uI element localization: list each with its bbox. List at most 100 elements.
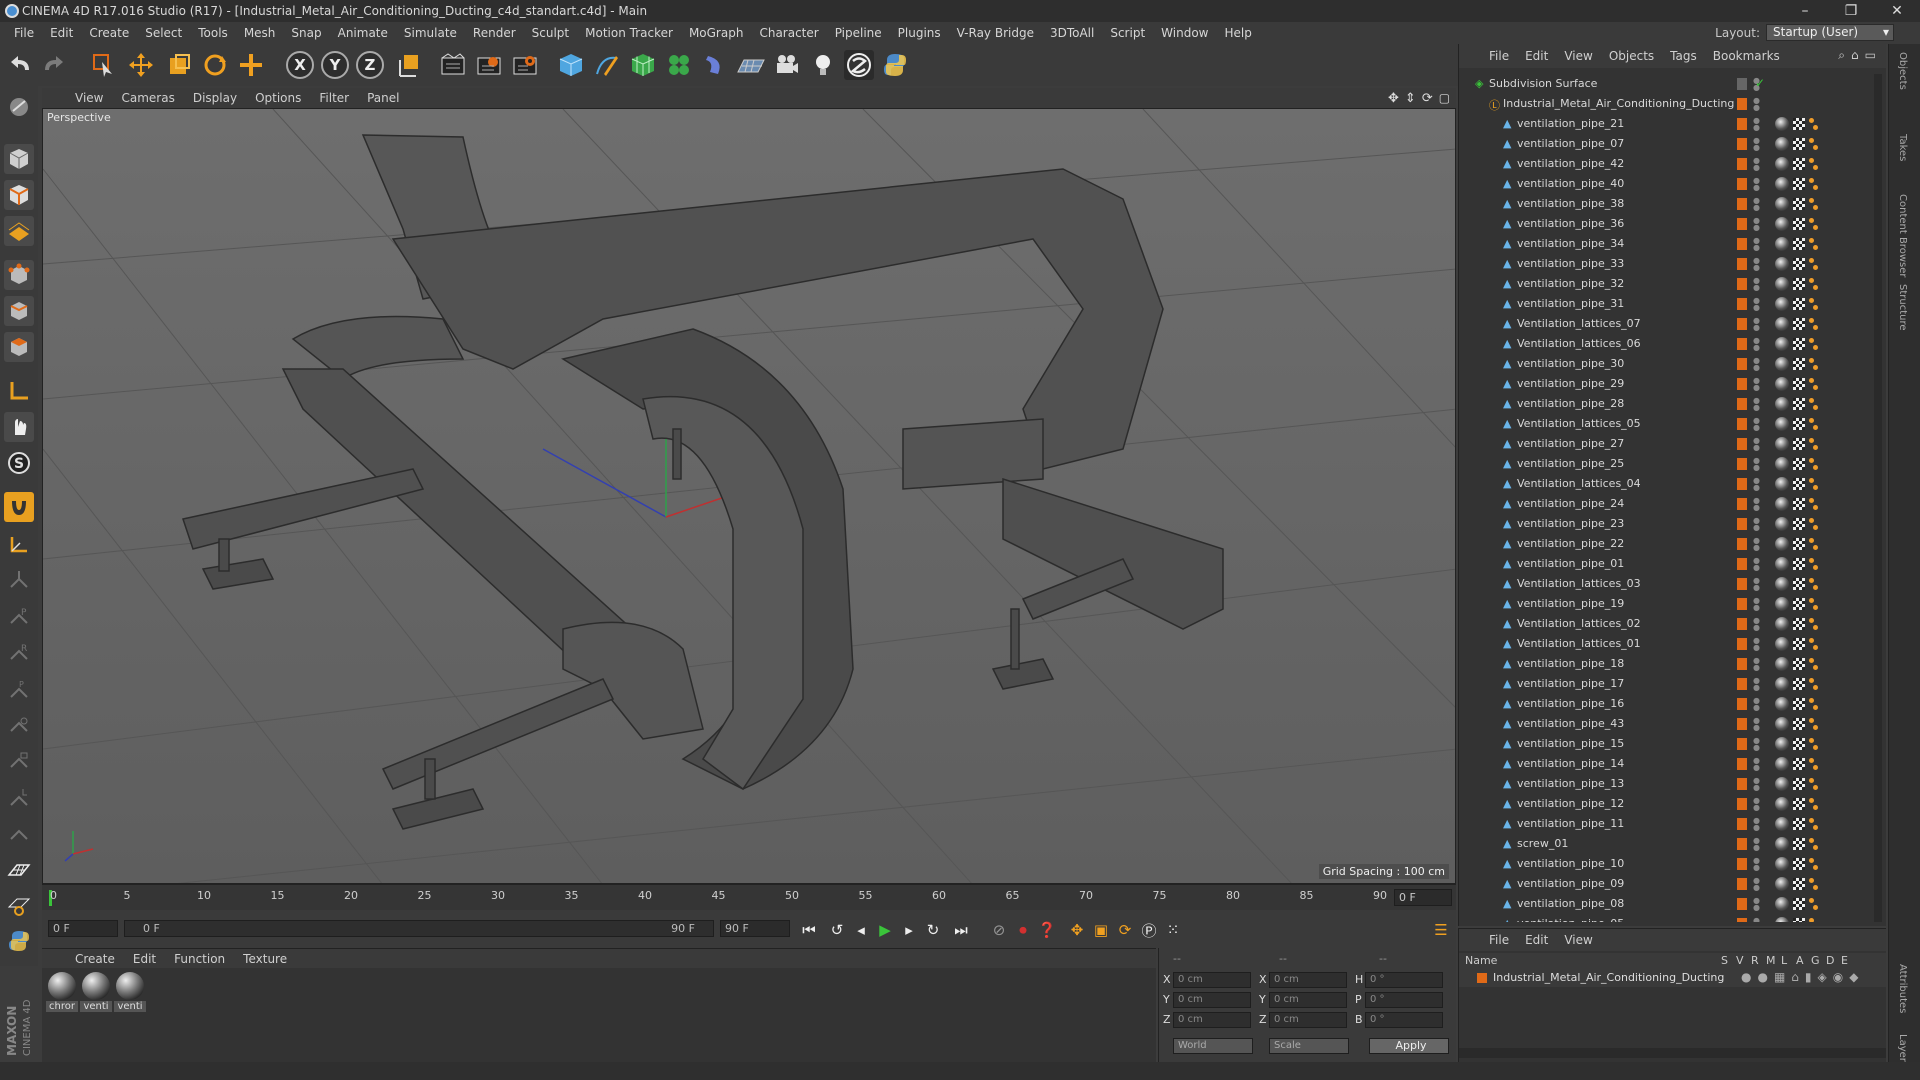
object-row[interactable]: ▲ventilation_pipe_05 ●● — [1459, 914, 1881, 922]
object-menu-edit[interactable]: Edit — [1517, 49, 1556, 63]
object-row[interactable]: ▲ ventilation_pipe_23 ● ● — [1459, 514, 1881, 534]
coordinate-mode-dropdown[interactable]: World — [1173, 1038, 1253, 1054]
previous-key-icon[interactable]: ↺ — [826, 919, 848, 941]
layer-color-swatch[interactable] — [1737, 198, 1747, 210]
layer-color-swatch[interactable] — [1737, 218, 1747, 230]
visibility-dots-icon[interactable]: ●● — [1753, 617, 1760, 632]
texture-tag-icon[interactable] — [1793, 498, 1805, 510]
object-row[interactable]: ▲ ventilation_pipe_40 ● ● — [1459, 174, 1881, 194]
object-tree-scrollbar[interactable] — [1874, 74, 1882, 922]
object-row[interactable]: ▲ Ventilation_lattices_04 ● ● — [1459, 474, 1881, 494]
coord-position-field[interactable]: 0 cm — [1173, 972, 1251, 988]
material-menu-function[interactable]: Function — [165, 952, 234, 966]
visibility-dots-icon[interactable]: ●● — [1753, 97, 1760, 112]
menu-sculpt[interactable]: Sculpt — [524, 22, 577, 44]
object-row[interactable]: ▲ ventilation_pipe_42 ● ● — [1459, 154, 1881, 174]
layer-column-header[interactable]: G — [1811, 954, 1820, 967]
menu-mesh[interactable]: Mesh — [236, 22, 284, 44]
layer-color-swatch[interactable] — [1737, 418, 1747, 430]
texture-tag-icon[interactable] — [1793, 598, 1805, 610]
layer-color-swatch[interactable] — [1737, 558, 1747, 570]
object-row[interactable]: ▲ ventilation_pipe_29 ● ● — [1459, 374, 1881, 394]
layer-column-header[interactable]: V — [1736, 954, 1744, 967]
material-tag-icon[interactable] — [1775, 877, 1789, 891]
texture-tag-icon[interactable] — [1793, 738, 1805, 750]
texture-tag-icon[interactable] — [1793, 618, 1805, 630]
object-workplane-icon[interactable] — [4, 710, 34, 740]
viewport-zoom-icon[interactable]: ⇕ — [1405, 91, 1416, 106]
layer-column-header[interactable]: D — [1826, 954, 1834, 967]
selection-tag-icon[interactable] — [1809, 817, 1819, 831]
selection-tag-icon[interactable] — [1809, 377, 1819, 391]
material-swatch[interactable]: chror — [46, 972, 78, 1012]
coord-rotation-field[interactable]: 0 ° — [1365, 972, 1443, 988]
visibility-dots-icon[interactable]: ●● — [1753, 697, 1760, 712]
visibility-dots-icon[interactable]: ●● — [1753, 557, 1760, 572]
object-row[interactable]: ▲ ventilation_pipe_09 ● ● — [1459, 874, 1881, 894]
texture-tag-icon[interactable] — [1793, 678, 1805, 690]
selection-tag-icon[interactable] — [1809, 317, 1819, 331]
visibility-dots-icon[interactable]: ●● — [1753, 457, 1760, 472]
texture-tag-icon[interactable] — [1793, 158, 1805, 170]
layer-column-header[interactable]: E — [1841, 954, 1848, 967]
object-row[interactable]: ▲ ventilation_pipe_12 ● ● — [1459, 794, 1881, 814]
selection-tag-icon[interactable] — [1809, 797, 1819, 811]
object-menu-bookmarks[interactable]: Bookmarks — [1705, 49, 1788, 63]
layer-column-header[interactable]: S — [1721, 954, 1728, 967]
material-tag-icon[interactable] — [1775, 777, 1789, 791]
object-row[interactable]: ▲ ventilation_pipe_15 ● ● — [1459, 734, 1881, 754]
workplane-grid-icon[interactable] — [4, 818, 34, 848]
material-tag-icon[interactable] — [1775, 297, 1789, 311]
material-tag-icon[interactable] — [1775, 617, 1789, 631]
layer-color-swatch[interactable] — [1737, 478, 1747, 490]
viewport-menu-view[interactable]: View — [66, 91, 112, 105]
layer-color-swatch[interactable] — [1737, 878, 1747, 890]
texture-tag-icon[interactable] — [1793, 478, 1805, 490]
x-axis-lock-icon[interactable]: X — [286, 51, 314, 79]
texture-tag-icon[interactable] — [1793, 898, 1805, 910]
key-scale-icon[interactable]: ▣ — [1090, 919, 1112, 941]
camera-workplane-icon[interactable] — [4, 746, 34, 776]
frame-range-slider[interactable]: 0 F 90 F — [124, 920, 714, 937]
menu-snap[interactable]: Snap — [283, 22, 329, 44]
menu-tools[interactable]: Tools — [190, 22, 236, 44]
object-row[interactable]: ▲ ventilation_pipe_11 ● ● — [1459, 814, 1881, 834]
menu-render[interactable]: Render — [465, 22, 524, 44]
viewport-menu-options[interactable]: Options — [246, 91, 310, 105]
edges-mode-icon[interactable] — [4, 296, 34, 326]
cloner-icon[interactable] — [664, 50, 694, 80]
side-tab-content-browser[interactable]: Content Browser — [1897, 194, 1908, 277]
menu-animate[interactable]: Animate — [330, 22, 396, 44]
script-python-icon[interactable] — [4, 926, 34, 956]
visibility-dots-icon[interactable]: ●● — [1753, 857, 1760, 872]
visibility-dots-icon[interactable]: ●● — [1753, 677, 1760, 692]
visibility-dots-icon[interactable]: ●● — [1753, 277, 1760, 292]
layer-color-swatch[interactable] — [1737, 778, 1747, 790]
selection-tag-icon[interactable] — [1809, 177, 1819, 191]
camera-icon[interactable] — [772, 50, 802, 80]
coord-position-field[interactable]: 0 cm — [1173, 1012, 1251, 1028]
autokeying-icon[interactable]: ⏺ — [1012, 919, 1034, 941]
selection-tag-icon[interactable] — [1809, 777, 1819, 791]
material-tag-icon[interactable] — [1775, 577, 1789, 591]
texture-tag-icon[interactable] — [1793, 758, 1805, 770]
layer-menu-view[interactable]: View — [1556, 933, 1600, 947]
position-workplane-icon[interactable]: P — [4, 674, 34, 704]
texture-tag-icon[interactable] — [1793, 418, 1805, 430]
selection-tag-icon[interactable] — [1809, 837, 1819, 851]
selection-tag-icon[interactable] — [1809, 677, 1819, 691]
material-tag-icon[interactable] — [1775, 417, 1789, 431]
timeline-ruler[interactable]: 0 5 10 15 20 25 30 35 40 45 50 55 60 65 70 75 80 85 90 0 F — [42, 884, 1456, 910]
workplane-floor-icon[interactable] — [4, 854, 34, 884]
selection-tag-icon[interactable] — [1809, 537, 1819, 551]
magnet-tool-icon[interactable] — [4, 492, 34, 522]
material-tag-icon[interactable] — [1775, 277, 1789, 291]
visibility-dots-icon[interactable]: ●● — [1753, 837, 1760, 852]
object-row[interactable]: ▲ ventilation_pipe_08 ● ● — [1459, 894, 1881, 914]
coord-rotation-field[interactable]: 0 ° — [1365, 1012, 1443, 1028]
root-row[interactable]: ◈ Subdivision Surface ● ● ✓ — [1459, 74, 1881, 94]
layer-color-swatch[interactable] — [1737, 498, 1747, 510]
object-row[interactable]: ▲ screw_01 ● ● — [1459, 834, 1881, 854]
key-point-level-icon[interactable]: ⁙ — [1162, 919, 1184, 941]
selection-tag-icon[interactable] — [1809, 697, 1819, 711]
